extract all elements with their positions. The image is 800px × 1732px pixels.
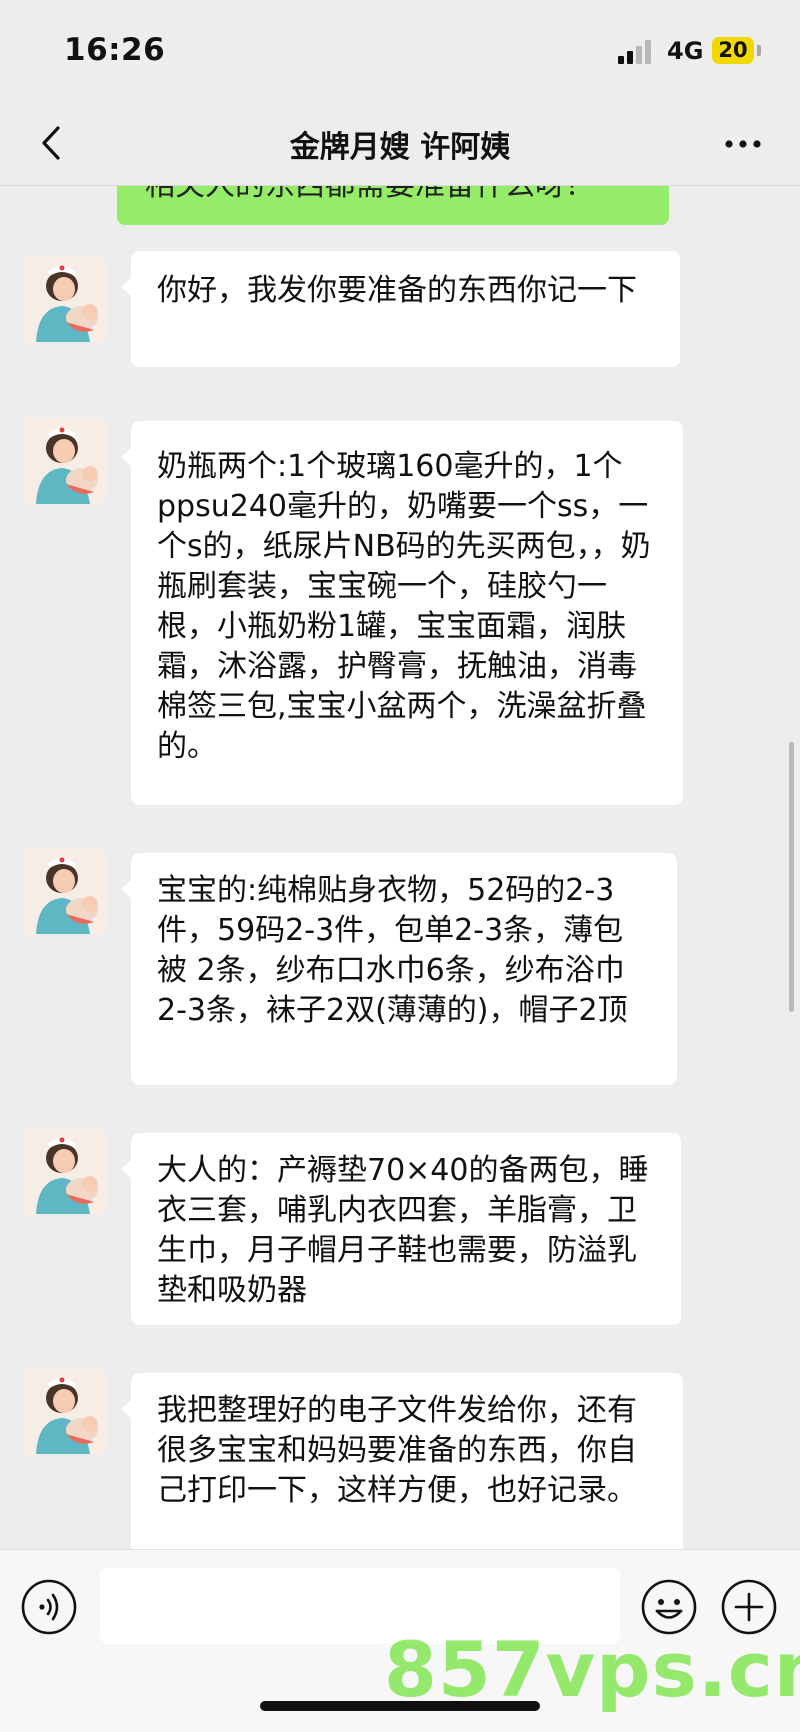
nanny-avatar-icon xyxy=(22,848,108,934)
message-text: 我把整理好的电子文件发给你，还有很多宝宝和妈妈要准备的东西，你自己打印一下，这样… xyxy=(157,1393,637,1508)
nanny-avatar-icon xyxy=(22,1368,108,1454)
nanny-avatar-icon xyxy=(22,256,108,342)
status-time: 16:26 xyxy=(64,32,166,68)
received-message-bubble[interactable]: 大人的：产褥垫70×40的备两包，睡衣三套，哺乳内衣四套，羊脂膏，卫生巾，月子帽… xyxy=(121,1133,681,1325)
signal-icon xyxy=(618,40,656,64)
nanny-avatar-icon xyxy=(22,418,108,504)
sent-message-text: 相关人的东西都需要准备什么呀？ xyxy=(145,186,595,204)
avatar[interactable] xyxy=(22,848,108,934)
avatar[interactable] xyxy=(22,1368,108,1454)
nanny-avatar-icon xyxy=(22,1128,108,1214)
watermark: 857vps.cn xyxy=(384,1625,800,1714)
chat-messages[interactable]: 相关人的东西都需要准备什么呀？ 你好，我发你要准备的东西你记一下 xyxy=(0,186,800,1549)
avatar[interactable] xyxy=(22,418,108,504)
chat-title: 金牌月嫂 许阿姨 xyxy=(289,130,511,165)
voice-button[interactable] xyxy=(20,1578,78,1636)
message-text: 奶瓶两个:1个玻璃160毫升的，1个ppsu240毫升的，奶嘴要一个ss，一个s… xyxy=(157,449,651,764)
more-button[interactable] xyxy=(718,124,768,164)
message-text: 你好，我发你要准备的东西你记一下 xyxy=(157,273,637,308)
received-message-bubble[interactable]: 奶瓶两个:1个玻璃160毫升的，1个ppsu240毫升的，奶嘴要一个ss，一个s… xyxy=(121,421,683,805)
voice-wave-icon xyxy=(21,1579,77,1635)
received-message-bubble[interactable]: 你好，我发你要准备的东西你记一下 xyxy=(121,251,680,367)
avatar[interactable] xyxy=(22,1128,108,1214)
more-dots-icon xyxy=(725,140,761,148)
battery-icon: 20 xyxy=(712,37,754,64)
scrollbar[interactable] xyxy=(789,742,794,1012)
received-message-bubble[interactable]: 我把整理好的电子文件发给你，还有很多宝宝和妈妈要准备的东西，你自己打印一下，这样… xyxy=(121,1373,683,1549)
battery-cap xyxy=(757,45,761,56)
sent-message-bubble[interactable]: 相关人的东西都需要准备什么呀？ xyxy=(117,186,669,225)
chat-header: 金牌月嫂 许阿姨 xyxy=(0,100,800,186)
network-type: 4G xyxy=(667,37,704,65)
message-text: 大人的：产褥垫70×40的备两包，睡衣三套，哺乳内衣四套，羊脂膏，卫生巾，月子帽… xyxy=(157,1153,649,1308)
message-text: 宝宝的:纯棉贴身衣物，52码的2-3件，59码2-3件，包单2-3条，薄包被 2… xyxy=(157,873,628,1028)
avatar[interactable] xyxy=(22,256,108,342)
received-message-bubble[interactable]: 宝宝的:纯棉贴身衣物，52码的2-3件，59码2-3件，包单2-3条，薄包被 2… xyxy=(121,853,677,1085)
status-bar: 16:26 4G 20 xyxy=(0,0,800,100)
